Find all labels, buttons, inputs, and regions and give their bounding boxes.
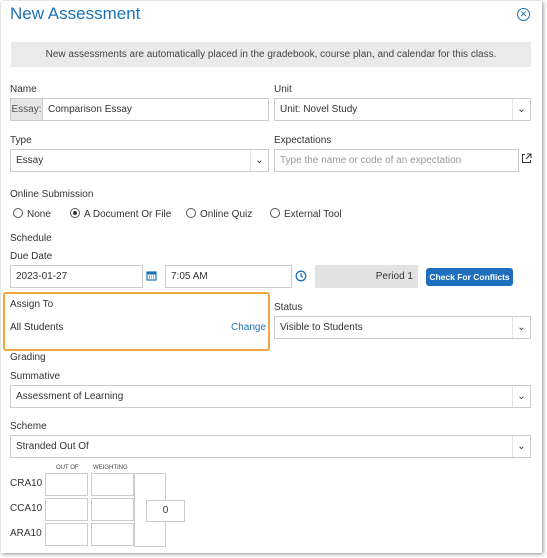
out-of-input[interactable] [45, 498, 88, 521]
external-link-icon[interactable] [521, 153, 533, 165]
strand-label: CCA10 [10, 503, 43, 514]
chevron-down-icon: ⌄ [250, 150, 268, 171]
status-label: Status [274, 302, 303, 313]
radio-selected-icon [70, 208, 80, 218]
dialog-title: New Assessment [10, 4, 141, 23]
strand-label: ARA10 [10, 528, 42, 539]
unit-select[interactable]: Unit: Novel Study ⌄ [274, 98, 531, 121]
chevron-down-icon: ⌄ [512, 386, 530, 407]
chevron-down-icon: ⌄ [512, 99, 530, 120]
radio-external-tool[interactable]: External Tool [270, 208, 342, 220]
summative-select[interactable]: Assessment of Learning ⌄ [10, 385, 531, 408]
due-date-input[interactable]: 2023-01-27 [10, 265, 143, 288]
radio-circle-icon [13, 208, 23, 218]
due-date-value: 2023-01-27 [16, 271, 68, 282]
out-of-input[interactable] [45, 523, 88, 546]
grading-label: Grading [10, 352, 46, 363]
expectations-label: Expectations [274, 135, 332, 146]
col-out-of: OUT OF [56, 465, 79, 471]
new-assessment-dialog: New Assessment ✕ New assessments are aut… [1, 1, 542, 553]
expectations-input[interactable]: Type the name or code of an expectation [274, 149, 519, 172]
chevron-down-icon: ⌄ [512, 436, 530, 457]
scheme-select[interactable]: Stranded Out Of ⌄ [10, 435, 531, 458]
radio-circle-icon [186, 208, 196, 218]
strand-label: CRA10 [10, 478, 43, 489]
weighting-input[interactable] [91, 498, 134, 521]
radio-label: A Document Or File [84, 209, 172, 220]
name-input[interactable]: Essay: Comparison Essay [10, 98, 269, 121]
status-value: Visible to Students [280, 322, 363, 333]
type-value: Essay [16, 155, 44, 166]
chevron-down-icon: ⌄ [512, 317, 530, 338]
due-time-value: 7:05 AM [171, 271, 208, 282]
name-value: Comparison Essay [48, 104, 132, 115]
check-conflicts-button[interactable]: Check For Conflicts [426, 268, 513, 286]
radio-label: Online Quiz [200, 209, 253, 220]
due-date-label: Due Date [10, 251, 53, 262]
scheme-value: Stranded Out Of [16, 441, 89, 452]
type-select[interactable]: Essay ⌄ [10, 149, 269, 172]
due-time-input[interactable]: 7:05 AM [165, 265, 292, 288]
scheme-label: Scheme [10, 421, 47, 432]
schedule-label: Schedule [10, 233, 52, 244]
online-submission-label: Online Submission [10, 189, 94, 200]
weighting-input[interactable] [91, 473, 134, 496]
out-of-input[interactable] [45, 473, 88, 496]
name-label: Name [10, 84, 37, 95]
radio-online-quiz[interactable]: Online Quiz [186, 208, 252, 220]
weighting-input[interactable] [91, 523, 134, 546]
status-select[interactable]: Visible to Students ⌄ [274, 316, 531, 339]
summative-value: Assessment of Learning [16, 391, 124, 402]
unit-value: Unit: Novel Study [280, 104, 358, 115]
radio-label: External Tool [284, 209, 342, 220]
info-notice: New assessments are automatically placed… [11, 42, 531, 67]
expectations-placeholder: Type the name or code of an expectation [280, 155, 462, 166]
close-icon[interactable]: ✕ [517, 8, 530, 21]
period-display: Period 1 [315, 265, 418, 288]
type-label: Type [10, 135, 32, 146]
radio-circle-icon [270, 208, 280, 218]
radio-label: None [27, 209, 51, 220]
radio-document[interactable]: A Document Or File [70, 208, 171, 220]
summative-label: Summative [10, 371, 61, 382]
assign-to-label: Assign To [10, 299, 54, 310]
calendar-icon[interactable] [144, 270, 158, 284]
clock-icon[interactable] [294, 270, 308, 284]
col-weighting: WEIGHTING [93, 465, 128, 471]
assign-to-value: All Students [10, 322, 64, 333]
radio-none[interactable]: None [13, 208, 51, 220]
unit-label: Unit [274, 84, 292, 95]
name-prefix: Essay: [11, 99, 43, 120]
total-input[interactable]: 0 [146, 500, 185, 522]
change-link[interactable]: Change [231, 322, 266, 333]
